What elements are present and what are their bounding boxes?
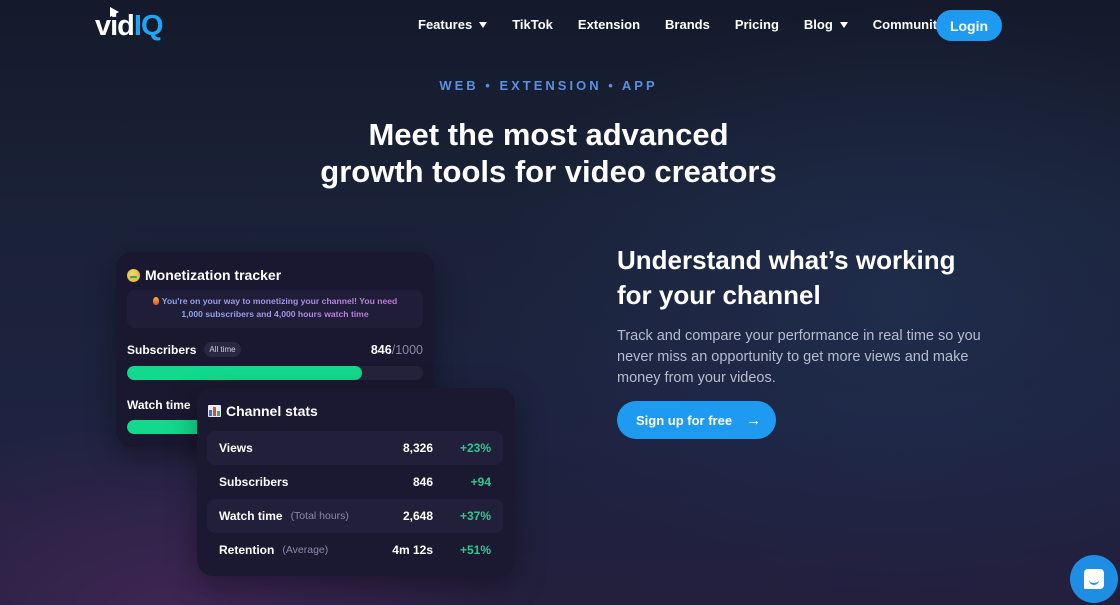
watch-time-progress-fill — [127, 420, 207, 434]
monetization-card-title: Monetization tracker — [127, 267, 281, 283]
subscribers-current: 846 — [370, 342, 392, 357]
stat-value: 846 — [412, 475, 433, 489]
nav-item-blog[interactable]: Blog — [804, 17, 848, 32]
money-mouth-face-icon — [127, 268, 140, 282]
feature-title: Understand what’s working for your chann… — [617, 243, 997, 313]
stat-label: Subscribers — [219, 475, 289, 489]
subscribers-goal: /1000 — [391, 342, 423, 357]
feature-title-line: Understand what’s working — [617, 245, 956, 275]
stat-note: (Average) — [282, 544, 329, 556]
nav-item-tiktok[interactable]: TikTok — [512, 17, 553, 32]
stat-label: Views — [219, 441, 253, 455]
stat-row-retention: Retention (Average) 4m 12s +51% — [207, 533, 503, 567]
channel-stats-title: Channel stats — [208, 403, 318, 419]
arrow-right-icon: → — [746, 411, 762, 429]
nav-item-pricing[interactable]: Pricing — [735, 17, 779, 32]
stat-value: 8,326 — [402, 441, 433, 455]
stat-label: Retention — [219, 543, 275, 557]
stat-note: (Total hours) — [290, 510, 349, 522]
stat-change: +94 — [470, 475, 491, 489]
feature-title-line: for your channel — [617, 280, 821, 310]
logo-text-iq: IQ — [133, 10, 164, 42]
sign-up-label: Sign up for free — [636, 412, 733, 428]
play-icon — [110, 7, 119, 17]
subscribers-progress-header: Subscribers All time 846/1000 — [127, 342, 423, 357]
period-pill[interactable]: All time — [204, 342, 241, 357]
vidiq-logo[interactable]: vid IQ — [95, 7, 164, 42]
caret-down-icon — [479, 21, 488, 28]
nav-item-features[interactable]: Features — [418, 17, 488, 32]
stats-table: Views 8,326 +23% Subscribers 846 +94 Wat… — [207, 431, 503, 567]
nav-item-label: Features — [418, 17, 473, 32]
nav-item-label: Brands — [665, 17, 710, 32]
nav-item-label: Community — [872, 17, 945, 32]
top-navigation: vid IQ Features TikTok Extension Brands … — [0, 0, 1120, 52]
watch-time-label: Watch time — [127, 398, 191, 412]
nav-item-brands[interactable]: Brands — [665, 17, 710, 32]
stat-change: +51% — [459, 543, 491, 557]
subscribers-count: 846/1000 — [371, 343, 423, 357]
nav-item-label: Blog — [803, 17, 833, 32]
nav-links: Features TikTok Extension Brands Pricing… — [418, 17, 984, 32]
bar-chart-icon — [208, 405, 221, 417]
notice-line-1: You're on your way to monetizing your ch… — [161, 296, 398, 306]
subscribers-label: Subscribers — [127, 342, 197, 357]
fire-icon — [152, 297, 159, 305]
hero-title-line: Meet the most advanced — [368, 117, 729, 152]
nav-item-label: Pricing — [734, 17, 779, 32]
subscribers-progress-fill — [127, 366, 363, 380]
stat-row-subscribers: Subscribers 846 +94 — [207, 465, 503, 499]
feature-description: Track and compare your performance in re… — [617, 328, 981, 386]
caret-down-icon — [839, 21, 848, 28]
chat-bubble-icon — [1084, 569, 1104, 589]
stat-value: 4m 12s — [392, 543, 433, 557]
stat-row-views: Views 8,326 +23% — [207, 431, 503, 465]
hero-title-line: growth tools for video creators — [320, 154, 777, 189]
nav-item-label: Extension — [577, 17, 641, 32]
monetization-notice: You're on your way to monetizing your ch… — [127, 290, 423, 328]
notice-line-2: 1,000 subscribers and 4,000 hours watch … — [181, 309, 369, 319]
card-title-text: Monetization tracker — [145, 267, 282, 283]
sign-up-button[interactable]: Sign up for free → — [617, 401, 776, 439]
hero-title: Meet the most advanced growth tools for … — [0, 116, 1097, 190]
stat-row-watch-time: Watch time (Total hours) 2,648 +37% — [207, 499, 503, 533]
stat-change: +23% — [459, 441, 491, 455]
watch-time-progress-bar — [127, 420, 207, 434]
subscribers-progress-bar — [127, 366, 423, 380]
stat-label: Watch time — [219, 509, 283, 523]
stat-value: 2,648 — [402, 509, 433, 523]
stat-change: +37% — [459, 509, 491, 523]
nav-item-label: TikTok — [512, 17, 553, 32]
hero-eyebrow: WEB • EXTENSION • APP — [439, 78, 658, 93]
channel-stats-card: Channel stats Views 8,326 +23% Subscribe… — [197, 388, 515, 576]
login-button[interactable]: Login — [936, 10, 1002, 41]
nav-item-extension[interactable]: Extension — [578, 17, 640, 32]
chat-launcher-button[interactable] — [1070, 555, 1118, 603]
card-title-text: Channel stats — [226, 403, 318, 419]
